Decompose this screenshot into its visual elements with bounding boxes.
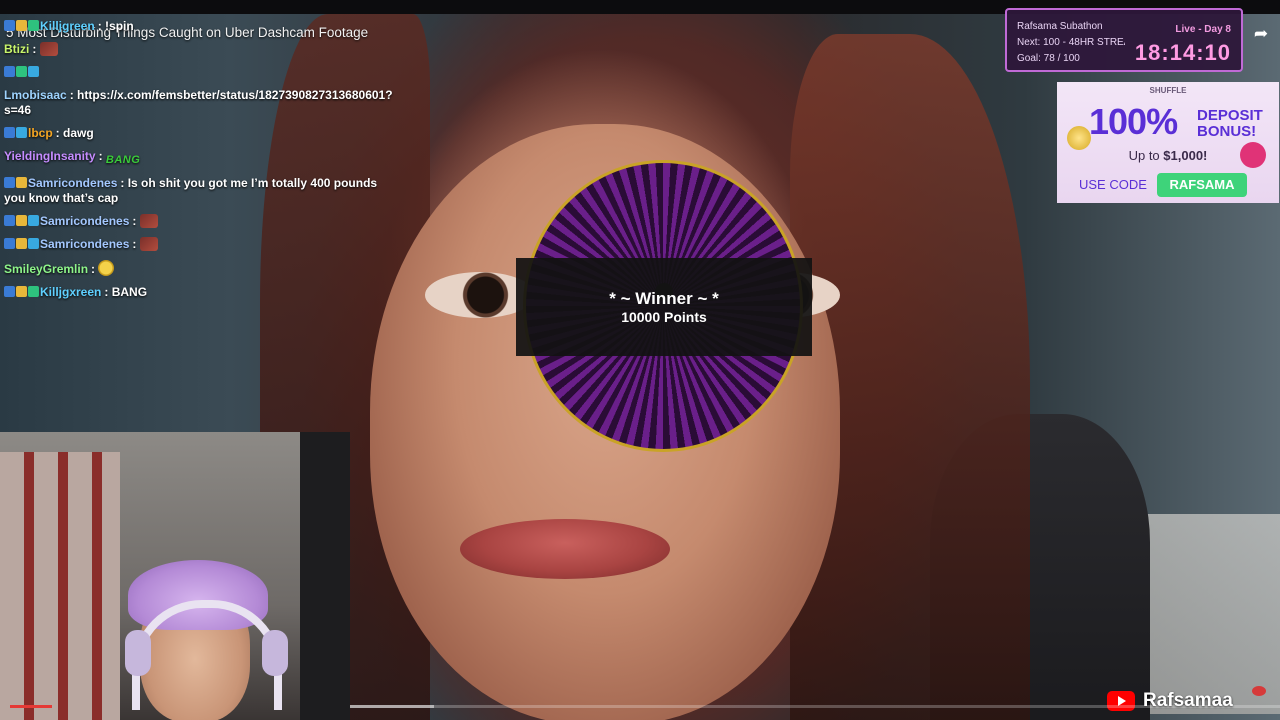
ad-coupon-code[interactable]: RAFSAMA bbox=[1157, 173, 1247, 197]
chat-username[interactable]: Samricondenes bbox=[40, 214, 129, 228]
lips-icon bbox=[1252, 686, 1266, 696]
chat-separator: : bbox=[55, 126, 64, 140]
badge-icon bbox=[4, 66, 15, 77]
subathon-live-day: Live - Day 8 bbox=[1175, 24, 1231, 35]
chat-separator: : bbox=[104, 285, 112, 299]
chat-separator: : bbox=[98, 149, 106, 163]
badge-icon bbox=[16, 238, 27, 249]
subathon-goal-count: Goal: 78 / 100 bbox=[1017, 53, 1080, 64]
winner-title: * ~ Winner ~ * bbox=[609, 288, 719, 308]
badge-icon bbox=[4, 238, 15, 249]
sponsor-ad[interactable]: SHUFFLE 100% DEPOSIT BONUS! Up to $1,000… bbox=[1057, 82, 1279, 203]
chat-separator: : bbox=[69, 88, 78, 102]
badge-icon bbox=[16, 286, 27, 297]
chat-message: Btizi: bbox=[4, 42, 396, 57]
winner-prize: 10000 Points bbox=[621, 308, 707, 325]
badge-icon bbox=[4, 215, 15, 226]
ad-up-to: Up to $1,000! bbox=[1057, 148, 1279, 163]
youtube-handle: Rafsamaa bbox=[1107, 689, 1233, 713]
badge-icon bbox=[4, 177, 15, 188]
winner-banner: * ~ Winner ~ * 10000 Points bbox=[516, 258, 812, 356]
badge-icon bbox=[28, 20, 39, 31]
chat-username[interactable]: Killjgreen bbox=[40, 19, 95, 33]
headphone-cup-right bbox=[262, 630, 288, 676]
badge-icon bbox=[28, 286, 39, 297]
chat-username[interactable]: Lmobisaac bbox=[4, 88, 67, 102]
acoustic-panel bbox=[300, 432, 350, 720]
chat-message: Killjgreen: !spin bbox=[4, 19, 396, 34]
badge-icon bbox=[4, 286, 15, 297]
chat-text: BANG bbox=[111, 285, 148, 299]
chat-username[interactable]: Samricondenes bbox=[40, 237, 129, 251]
youtube-logo-icon bbox=[1107, 691, 1135, 711]
chat-separator: : bbox=[97, 19, 106, 33]
coin-icon bbox=[1067, 126, 1091, 150]
cam-progress-bar bbox=[10, 705, 52, 708]
chat-username[interactable]: SmileyGremlin bbox=[4, 262, 88, 276]
red-emote-icon bbox=[139, 214, 158, 228]
youtube-channel-name: Rafsamaa bbox=[1143, 690, 1233, 711]
share-icon[interactable]: ➦ bbox=[1250, 24, 1272, 44]
chat-message bbox=[4, 65, 396, 80]
chat-message: Samricondenes: bbox=[4, 214, 396, 229]
face-emote-icon bbox=[98, 260, 115, 276]
ad-percent: 100% bbox=[1089, 101, 1178, 142]
video-seekbar[interactable] bbox=[350, 705, 1280, 708]
badge-icon bbox=[4, 20, 15, 31]
streamer-webcam bbox=[0, 432, 350, 720]
badge-icon bbox=[28, 66, 39, 77]
subathon-next-goal: Next: 100 - 48HR STREAM bbox=[1017, 37, 1125, 48]
chat-separator: : bbox=[132, 214, 140, 228]
badge-icon bbox=[16, 66, 27, 77]
badge-icon bbox=[16, 177, 27, 188]
chat-separator: : bbox=[32, 42, 40, 56]
badge-icon bbox=[28, 238, 39, 249]
ad-up-to-amount: $1,000! bbox=[1163, 148, 1208, 163]
chat-text: !spin bbox=[105, 19, 134, 33]
chat-message: Lmobisaac: https://x.com/femsbetter/stat… bbox=[4, 88, 396, 118]
bang-emote: BANG bbox=[105, 154, 141, 166]
mouth bbox=[460, 519, 670, 579]
badge-icon bbox=[28, 215, 39, 226]
subathon-timer: 18:14:10 bbox=[1134, 40, 1231, 65]
chat-separator: : bbox=[91, 262, 99, 276]
chat-username[interactable]: Btizi bbox=[4, 42, 29, 56]
headphone-cup-left bbox=[125, 630, 151, 676]
badge-icon bbox=[4, 127, 15, 138]
ad-deposit-line1: DEPOSIT bbox=[1197, 107, 1263, 124]
badge-icon bbox=[16, 215, 27, 226]
chat-overlay: Killjgreen: !spin Btizi: Lmobisaac: https… bbox=[4, 19, 396, 308]
subathon-title: Rafsama Subathon bbox=[1017, 21, 1103, 32]
badge-icon bbox=[16, 127, 27, 138]
ad-code-label: USE CODE bbox=[1079, 177, 1147, 192]
chat-text: dawg bbox=[63, 126, 94, 140]
chat-separator: : bbox=[120, 176, 128, 190]
subathon-widget: Rafsama Subathon Live - Day 8 Next: 100 … bbox=[1005, 8, 1243, 72]
chat-separator: : bbox=[132, 237, 140, 251]
chat-username[interactable]: Samricondenes bbox=[28, 176, 117, 190]
ad-deposit-bonus: DEPOSIT BONUS! bbox=[1197, 108, 1263, 140]
ad-up-to-label: Up to bbox=[1128, 148, 1160, 163]
background-shelves bbox=[0, 452, 120, 720]
chat-message: Samricondenes: Is oh shit you got me I’m… bbox=[4, 176, 396, 206]
chat-message: Samricondenes: bbox=[4, 237, 396, 252]
chat-username[interactable]: YieldingInsanity bbox=[4, 149, 96, 163]
chat-message: SmileyGremlin: bbox=[4, 260, 396, 277]
car-window-right bbox=[1130, 514, 1280, 714]
chat-username[interactable]: Killjgxreen bbox=[40, 285, 101, 299]
chat-message: YieldingInsanity: BANG bbox=[4, 149, 396, 168]
seekbar-buffer bbox=[350, 705, 434, 708]
red-emote-icon bbox=[139, 237, 158, 251]
badge-icon bbox=[16, 20, 27, 31]
red-emote-icon bbox=[39, 42, 58, 56]
chat-username[interactable]: lbcp bbox=[28, 126, 53, 140]
chat-message: Killjgxreen: BANG bbox=[4, 285, 396, 300]
ad-brand: SHUFFLE bbox=[1149, 86, 1187, 95]
chat-message: lbcp: dawg bbox=[4, 126, 396, 141]
ad-deposit-line2: BONUS! bbox=[1197, 123, 1257, 140]
